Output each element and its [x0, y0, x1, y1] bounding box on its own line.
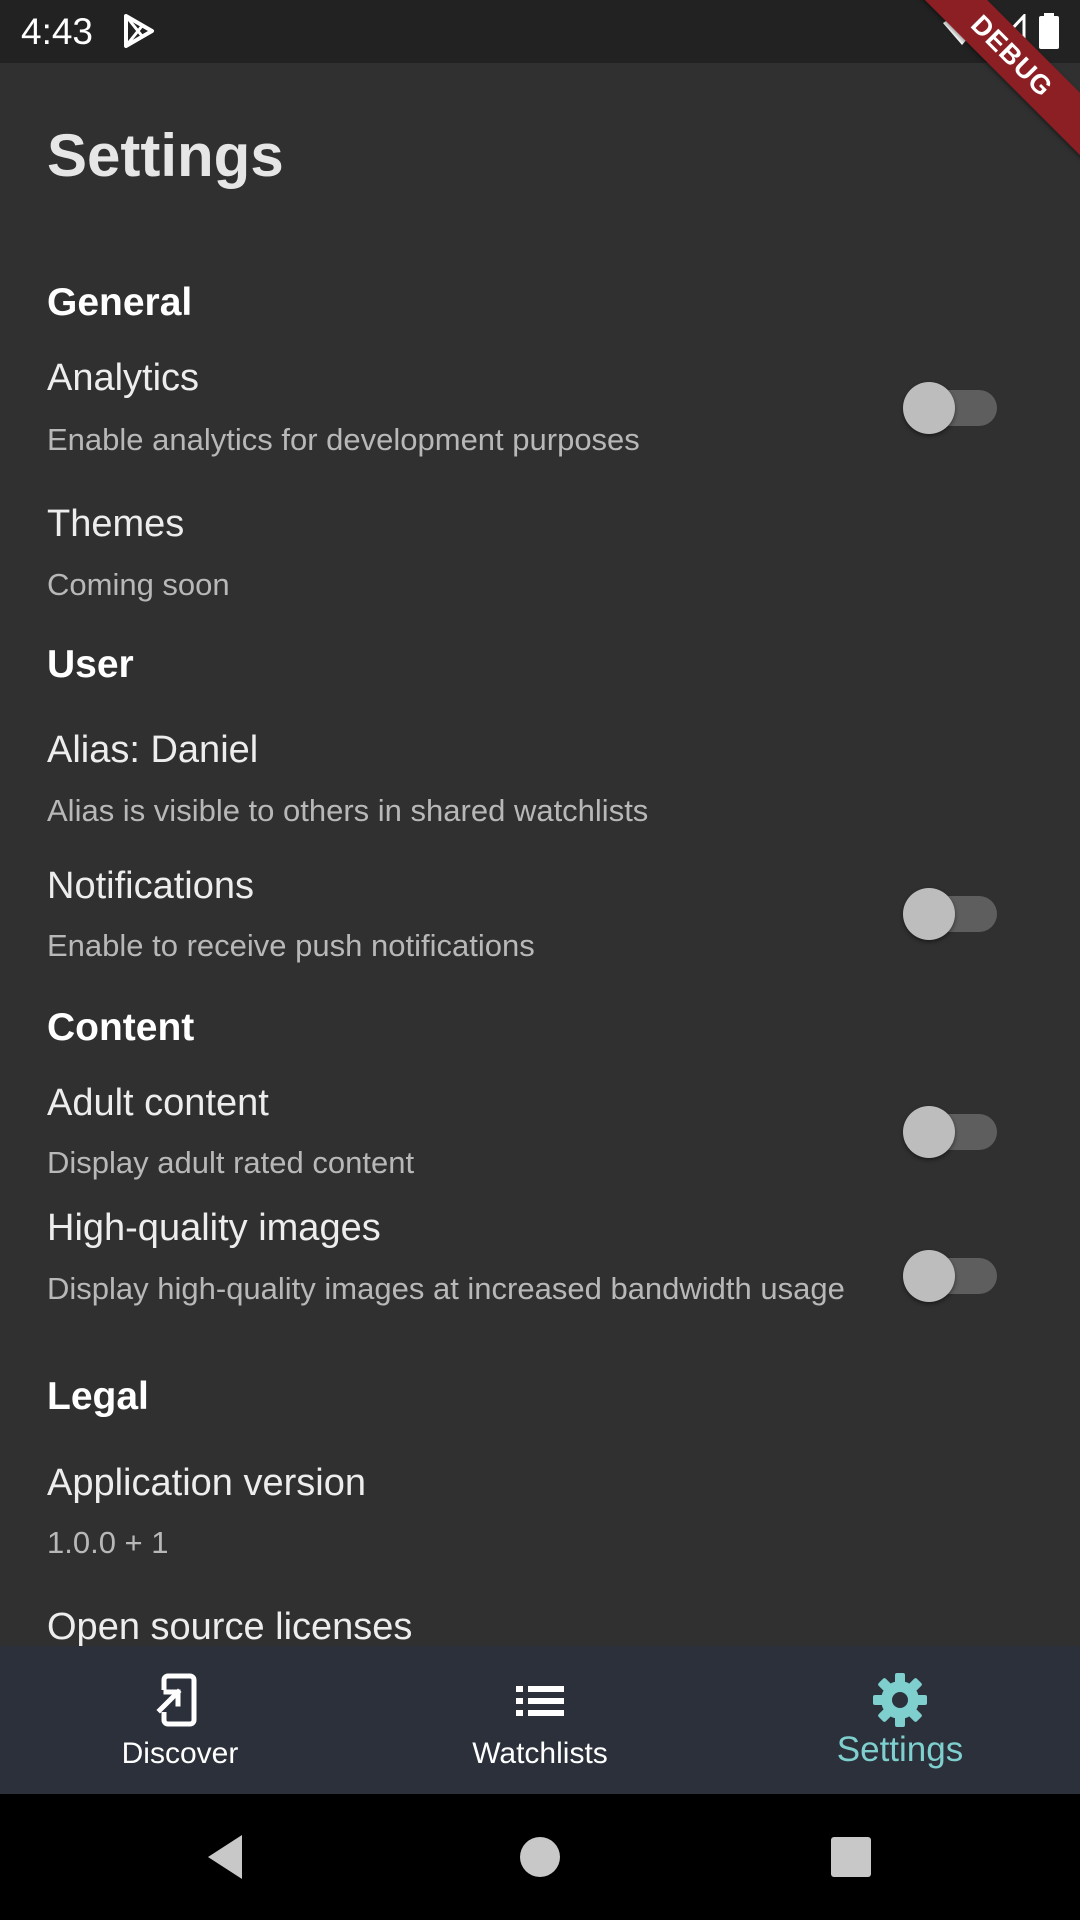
- gear-icon: [870, 1670, 930, 1730]
- home-icon[interactable]: [510, 1827, 570, 1887]
- discover-icon: [150, 1670, 210, 1730]
- nav-label-watchlists: Watchlists: [472, 1737, 608, 1770]
- alias-subtitle: Alias is visible to others in shared wat…: [47, 793, 649, 828]
- list-icon: [510, 1670, 570, 1730]
- themes-title[interactable]: Themes: [47, 501, 184, 547]
- adult-content-title[interactable]: Adult content: [47, 1080, 269, 1126]
- app-screen: 4:43 DEBUG Settings General Analytics En…: [0, 0, 1080, 1920]
- nav-item-watchlists[interactable]: Watchlists: [360, 1646, 720, 1794]
- system-nav-bar: [0, 1794, 1080, 1920]
- nav-label-discover: Discover: [121, 1737, 239, 1770]
- adult-content-toggle[interactable]: [903, 1102, 999, 1158]
- bottom-nav: Discover Watchlists Settings: [0, 1646, 1080, 1794]
- section-header-legal: Legal: [47, 1375, 149, 1418]
- nav-item-settings[interactable]: Settings: [720, 1646, 1080, 1794]
- toggle-thumb: [903, 888, 955, 940]
- toggle-thumb: [903, 1106, 955, 1158]
- back-icon[interactable]: [200, 1827, 260, 1887]
- nav-label-settings: Settings: [836, 1730, 964, 1769]
- high-quality-images-toggle[interactable]: [903, 1246, 999, 1302]
- recents-icon[interactable]: [821, 1827, 881, 1887]
- analytics-title[interactable]: Analytics: [47, 355, 199, 401]
- app-version-title[interactable]: Application version: [47, 1460, 366, 1506]
- themes-subtitle: Coming soon: [47, 567, 230, 602]
- adult-content-subtitle: Display adult rated content: [47, 1145, 415, 1180]
- section-header-general: General: [47, 281, 193, 324]
- toggle-thumb: [903, 1250, 955, 1302]
- notifications-subtitle: Enable to receive push notifications: [47, 928, 535, 963]
- licenses-title[interactable]: Open source licenses: [47, 1604, 412, 1646]
- alias-title[interactable]: Alias: Daniel: [47, 727, 258, 773]
- high-quality-images-subtitle: Display high-quality images at increased…: [47, 1271, 845, 1306]
- notifications-toggle[interactable]: [903, 884, 999, 940]
- analytics-subtitle: Enable analytics for development purpose…: [47, 422, 640, 457]
- toggle-thumb: [903, 382, 955, 434]
- settings-list[interactable]: Settings General Analytics Enable analyt…: [0, 0, 1080, 1646]
- page-title: Settings: [47, 122, 284, 189]
- notifications-title[interactable]: Notifications: [47, 863, 254, 909]
- high-quality-images-title[interactable]: High-quality images: [47, 1205, 381, 1251]
- section-header-user: User: [47, 643, 134, 686]
- analytics-toggle[interactable]: [903, 378, 999, 434]
- nav-item-discover[interactable]: Discover: [0, 1646, 360, 1794]
- section-header-content: Content: [47, 1006, 195, 1049]
- app-version-subtitle: 1.0.0 + 1: [47, 1525, 169, 1560]
